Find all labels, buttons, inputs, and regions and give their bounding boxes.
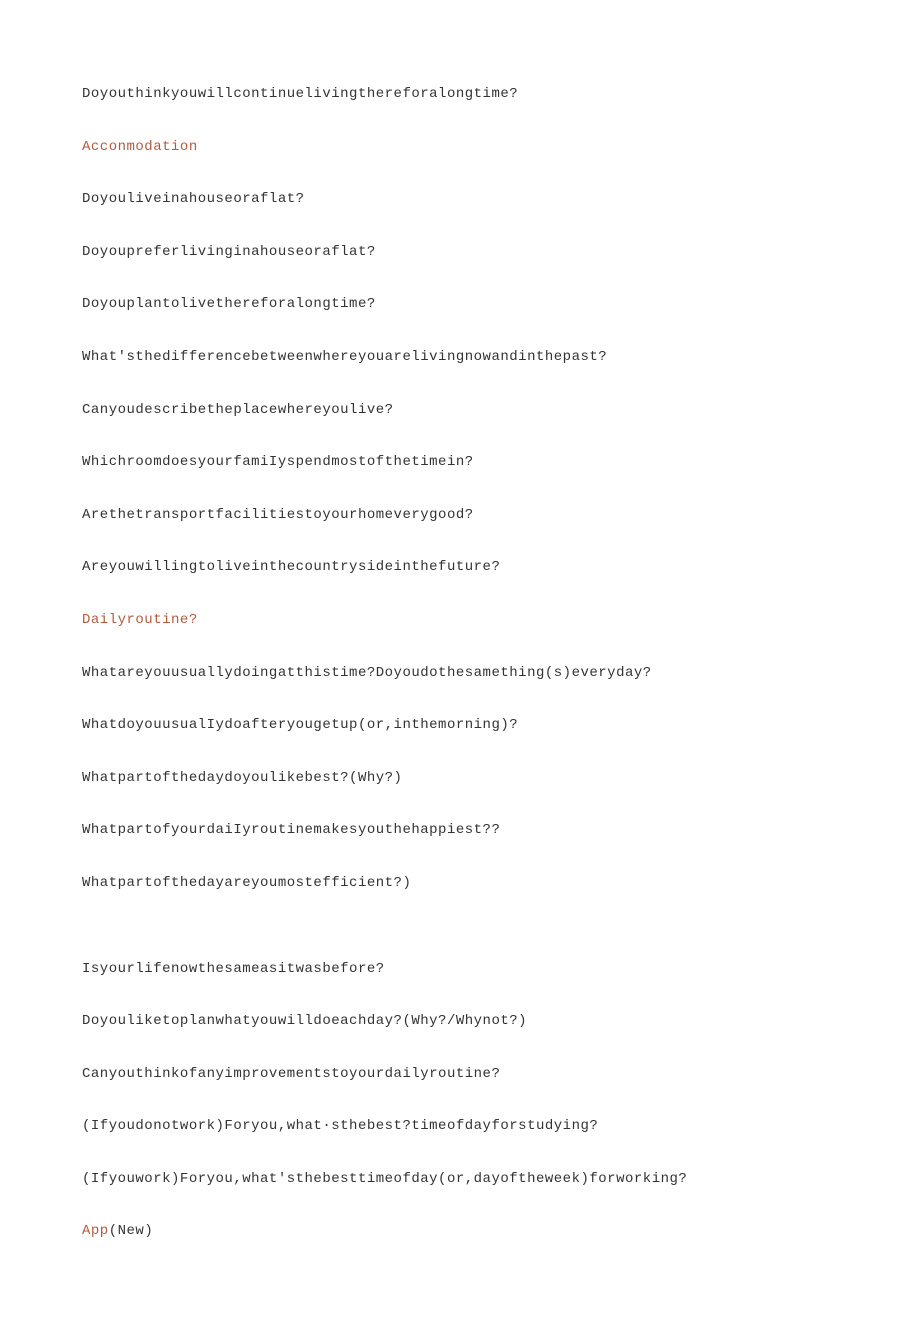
question-text: (Ifyouwork)Foryou,what'sthebesttimeofday… — [82, 1170, 838, 1190]
question-text: WhatdoyouusualIydoafteryougetup(or,inthe… — [82, 716, 838, 736]
question-text: Doyoupreferlivinginahouseoraflat? — [82, 243, 838, 263]
question-text: WhichroomdoesyourfamiIyspendmostofthetim… — [82, 453, 838, 473]
question-text: Doyouliketoplanwhatyouwilldoeachday?(Why… — [82, 1012, 838, 1032]
question-text: Whatpartofthedaydoyoulikebest?(Why?) — [82, 769, 838, 789]
question-text: WhatpartofyourdaiIyroutinemakesyouthehap… — [82, 821, 838, 841]
section-heading: Acconmodation — [82, 138, 838, 158]
question-text: Whatareyouusuallydoingatthistime?Doyoudo… — [82, 664, 838, 684]
question-text: Canyoudescribetheplacewhereyoulive? — [82, 401, 838, 421]
blank-line — [82, 927, 838, 960]
document-body: Doyouthinkyouwillcontinuelivingtherefora… — [82, 85, 838, 1242]
question-text: (Ifyoudonotwork)Foryou,what·sthebest?tim… — [82, 1117, 838, 1137]
question-text: Doyouthinkyouwillcontinuelivingtherefora… — [82, 85, 838, 105]
text-line-mixed: App(New) — [82, 1222, 838, 1242]
question-text: What'sthedifferencebetweenwhereyouareliv… — [82, 348, 838, 368]
question-text: Areyouwillingtoliveinthecountrysideinthe… — [82, 558, 838, 578]
question-text: Doyouliveinahouseoraflat? — [82, 190, 838, 210]
suffix-text: (New) — [109, 1223, 154, 1239]
heading-text: App — [82, 1223, 109, 1239]
section-heading: Dailyroutine? — [82, 611, 838, 631]
question-text: Arethetransportfacilitiestoyourhomeveryg… — [82, 506, 838, 526]
question-text: Whatpartofthedayareyoumostefficient?) — [82, 874, 838, 894]
question-text: Canyouthinkofanyimprovementstoyourdailyr… — [82, 1065, 838, 1085]
question-text: Isyourlifenowthesameasitwasbefore? — [82, 960, 838, 980]
question-text: Doyouplantolivethereforalongtime? — [82, 295, 838, 315]
